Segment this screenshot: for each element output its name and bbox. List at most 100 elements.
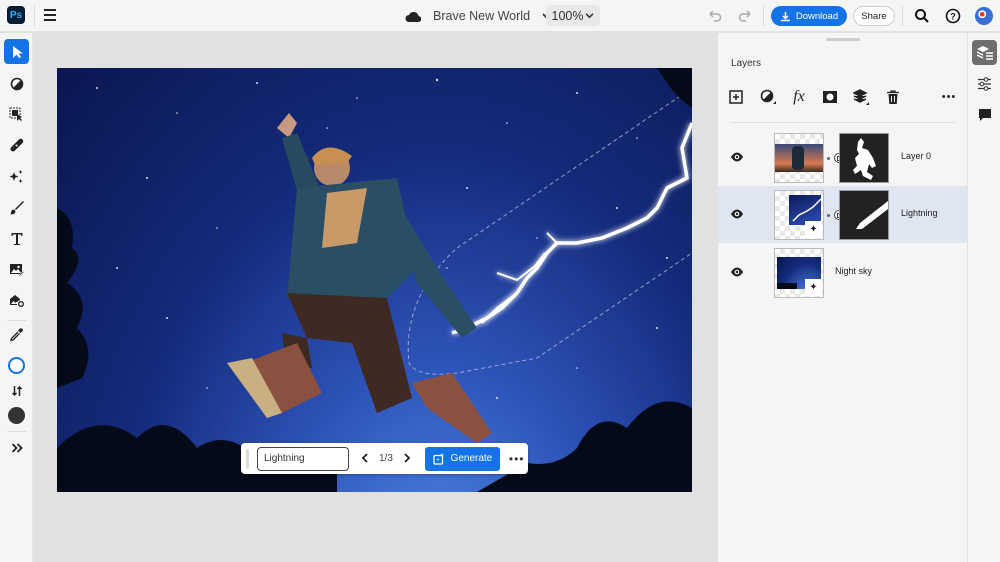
properties-panel-button[interactable] xyxy=(972,71,997,96)
panel-drag-handle[interactable] xyxy=(826,38,860,41)
background-color-icon xyxy=(8,407,25,424)
previous-variation-button[interactable] xyxy=(361,451,369,466)
divider xyxy=(763,6,764,26)
layer-name: Layer 0 xyxy=(901,151,932,161)
chevron-left-icon xyxy=(361,453,368,463)
divider xyxy=(902,6,903,26)
layer-mask-thumbnail[interactable] xyxy=(839,190,889,240)
layer-row[interactable]: ✦ Night sky xyxy=(718,244,968,301)
person-silhouette xyxy=(853,138,876,180)
layer-name: Night sky xyxy=(835,266,873,276)
trash-icon xyxy=(887,90,899,104)
layers-toolbar: fx ••• xyxy=(718,88,968,110)
layer-row-selected[interactable]: ✦ Lightning xyxy=(718,186,968,243)
document-title-area[interactable]: Brave New World xyxy=(405,0,552,32)
tool-heal[interactable] xyxy=(4,133,29,158)
tool-add-image[interactable] xyxy=(4,288,29,313)
eye-visibility-icon[interactable] xyxy=(730,266,744,278)
swap-colors-button[interactable] xyxy=(4,378,29,403)
adjustment-layer-button[interactable] xyxy=(759,88,777,106)
layers-stack-icon xyxy=(853,89,869,105)
prompt-input[interactable] xyxy=(257,446,349,471)
tool-type[interactable] xyxy=(4,226,29,251)
tool-object-select[interactable] xyxy=(4,102,29,127)
chevron-right-icon xyxy=(404,453,411,463)
link-dot xyxy=(827,157,830,160)
document-title: Brave New World xyxy=(433,9,531,23)
layer-thumbnail xyxy=(774,133,824,183)
next-variation-button[interactable] xyxy=(403,451,411,466)
lightning-bolt xyxy=(451,122,692,335)
lightning-branch xyxy=(481,232,558,324)
lightning-mask-shape xyxy=(856,201,888,229)
user-avatar[interactable] xyxy=(975,7,993,25)
eye-visibility-icon[interactable] xyxy=(730,208,744,220)
zoom-level-dropdown[interactable]: 100% xyxy=(546,5,600,26)
mask-icon xyxy=(823,91,837,103)
delete-layer-button[interactable] xyxy=(884,88,902,106)
layer-row[interactable]: Layer 0 xyxy=(718,129,968,186)
generate-icon xyxy=(432,452,444,465)
generate-button[interactable]: Generate xyxy=(424,446,500,471)
eye-visibility-icon[interactable] xyxy=(730,151,744,163)
tool-place-image[interactable] xyxy=(4,257,29,282)
eyedropper-icon xyxy=(10,328,23,342)
share-button[interactable]: Share xyxy=(853,6,895,26)
layer-mask-thumbnail[interactable] xyxy=(839,133,889,183)
layer-name: Lightning xyxy=(901,208,938,218)
add-layer-button[interactable] xyxy=(727,88,745,106)
tool-adjustment[interactable] xyxy=(4,71,29,96)
add-layer-icon xyxy=(729,90,743,104)
drag-handle[interactable] xyxy=(246,448,249,469)
layers-panel: Layers fx ••• Layer 0 ✦ Lightning ✦ Nigh… xyxy=(717,33,968,562)
svg-text:?: ? xyxy=(950,12,956,22)
help-icon[interactable]: ? xyxy=(945,8,961,24)
object-select-icon xyxy=(9,107,22,121)
tool-generative-fill[interactable] xyxy=(4,164,29,189)
undo-icon[interactable] xyxy=(707,8,723,24)
background-color-swatch[interactable] xyxy=(4,403,29,428)
add-image-icon xyxy=(9,295,25,308)
select-arrow-icon xyxy=(12,45,23,58)
add-mask-button[interactable] xyxy=(821,88,839,106)
top-bar: Ps Brave New World 100% Download Share ? xyxy=(0,0,1000,32)
layers-panel-button[interactable] xyxy=(972,40,997,65)
panel-title: Layers xyxy=(731,58,762,69)
download-label: Download xyxy=(795,10,839,22)
type-icon xyxy=(11,232,22,245)
brush-icon xyxy=(10,201,24,215)
download-button[interactable]: Download xyxy=(771,6,847,26)
contextual-task-bar: 1/3 Generate ••• xyxy=(241,443,528,474)
more-tools-button[interactable] xyxy=(4,435,29,460)
search-icon[interactable] xyxy=(914,8,930,24)
cloud-icon xyxy=(405,11,421,22)
photoshop-logo[interactable]: Ps xyxy=(7,6,25,24)
jumping-person xyxy=(227,113,492,443)
generate-label: Generate xyxy=(450,453,493,464)
layers-icon xyxy=(976,45,993,60)
comments-panel-button[interactable] xyxy=(972,102,997,127)
divider xyxy=(34,6,35,26)
menu-icon[interactable] xyxy=(44,9,56,21)
sliders-icon xyxy=(978,76,991,91)
foreground-color-icon xyxy=(8,357,25,374)
effects-button[interactable]: fx xyxy=(790,88,808,106)
tool-eyedropper[interactable] xyxy=(4,322,29,347)
foreground-color-swatch[interactable] xyxy=(4,353,29,378)
selection-marquee xyxy=(407,87,692,375)
fx-icon: fx xyxy=(793,88,805,105)
tool-brush[interactable] xyxy=(4,195,29,220)
generated-badge-icon: ✦ xyxy=(805,279,822,296)
variation-counter: 1/3 xyxy=(379,453,393,464)
tool-select[interactable] xyxy=(4,39,29,64)
adjustment-icon xyxy=(10,77,23,90)
panel-rail xyxy=(967,33,1000,562)
place-image-icon xyxy=(10,264,24,277)
redo-icon[interactable] xyxy=(737,8,753,24)
document-canvas-image[interactable] xyxy=(57,68,692,492)
panel-more-options-icon[interactable]: ••• xyxy=(940,88,958,106)
divider xyxy=(7,431,26,432)
download-icon xyxy=(780,11,790,21)
more-options-icon[interactable]: ••• xyxy=(509,452,525,466)
layer-stack-button[interactable] xyxy=(852,88,870,106)
